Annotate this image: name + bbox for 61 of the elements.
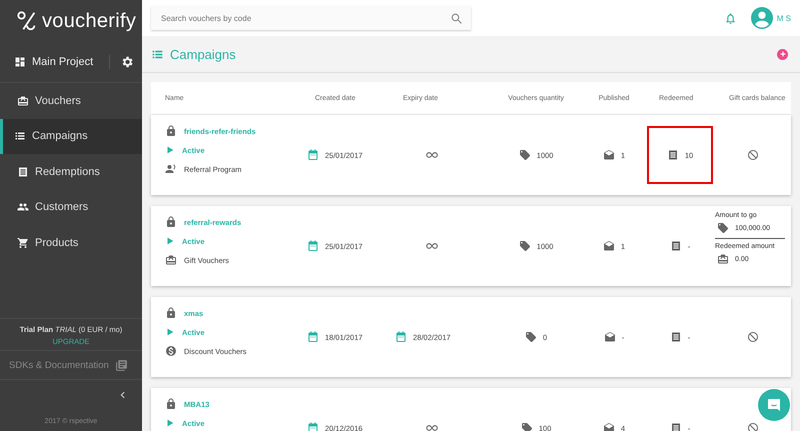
- search-input[interactable]: Search vouchers by code: [159, 5, 450, 31]
- open-envelope-icon: [604, 331, 616, 343]
- receipt-icon: [670, 422, 682, 431]
- dollar-coin-icon: [165, 345, 177, 357]
- calendar-icon: [307, 422, 319, 431]
- calendar-icon: [307, 240, 319, 252]
- sidebar-item[interactable]: Products: [0, 225, 142, 260]
- tag-icon: [520, 422, 533, 431]
- lock-icon: [165, 125, 177, 137]
- prohibited-icon: [747, 149, 759, 161]
- user-avatar-icon: [750, 7, 773, 29]
- receipt-icon: [670, 240, 682, 252]
- dashboard-icon: [14, 56, 26, 68]
- sidebar-item[interactable]: Vouchers: [0, 83, 142, 118]
- open-envelope-icon: [602, 149, 615, 161]
- settings-icon: [120, 55, 134, 69]
- gift-icon: [165, 254, 177, 266]
- docs-link[interactable]: SDKs & Documentation: [9, 360, 109, 370]
- play-icon: [165, 418, 175, 428]
- sidebar-item[interactable]: Campaigns: [0, 118, 142, 154]
- add-button[interactable]: [777, 48, 788, 60]
- list-icon: [14, 130, 26, 142]
- sidebar-item[interactable]: Customers: [0, 190, 142, 225]
- open-envelope-icon: [602, 240, 615, 252]
- play-icon: [165, 145, 175, 155]
- calendar-icon: [307, 149, 319, 161]
- prohibited-icon: [747, 422, 759, 431]
- notification-bell-icon: [724, 12, 737, 24]
- percent-logo-icon: [16, 10, 38, 32]
- play-icon: [165, 327, 175, 337]
- sidebar-item[interactable]: Redemptions: [0, 154, 142, 190]
- people-icon: [17, 201, 29, 214]
- lock-icon: [165, 398, 177, 410]
- cart-icon: [17, 236, 29, 249]
- page-title: Campaigns: [170, 46, 237, 62]
- receipt-icon: [670, 331, 682, 343]
- user-initials[interactable]: M S: [776, 14, 791, 22]
- gift-icon: [17, 94, 29, 107]
- receipt-icon: [17, 166, 29, 178]
- lock-icon: [165, 307, 177, 319]
- open-envelope-icon: [602, 422, 615, 431]
- calendar-icon: [307, 331, 319, 343]
- project-name[interactable]: Main Project: [32, 56, 109, 68]
- plus-icon: [778, 50, 786, 58]
- person-sound-icon: [165, 163, 177, 175]
- search-field[interactable]: Search vouchers by code: [151, 6, 471, 30]
- play-icon: [165, 236, 175, 246]
- chat-bubble-icon: [766, 397, 782, 413]
- lock-icon: [165, 216, 177, 228]
- receipt-icon: [666, 149, 679, 161]
- tag-icon: [524, 331, 537, 343]
- search-icon: [450, 12, 463, 24]
- gift-icon: [717, 253, 729, 265]
- calendar-icon: [395, 331, 407, 343]
- prohibited-icon: [747, 331, 759, 343]
- library-icon: [115, 358, 128, 372]
- tag-icon: [518, 240, 531, 252]
- tags-icon: [717, 222, 729, 234]
- tag-icon: [518, 149, 531, 161]
- list-icon: [151, 48, 164, 60]
- logo-wordmark: voucherify: [42, 10, 136, 32]
